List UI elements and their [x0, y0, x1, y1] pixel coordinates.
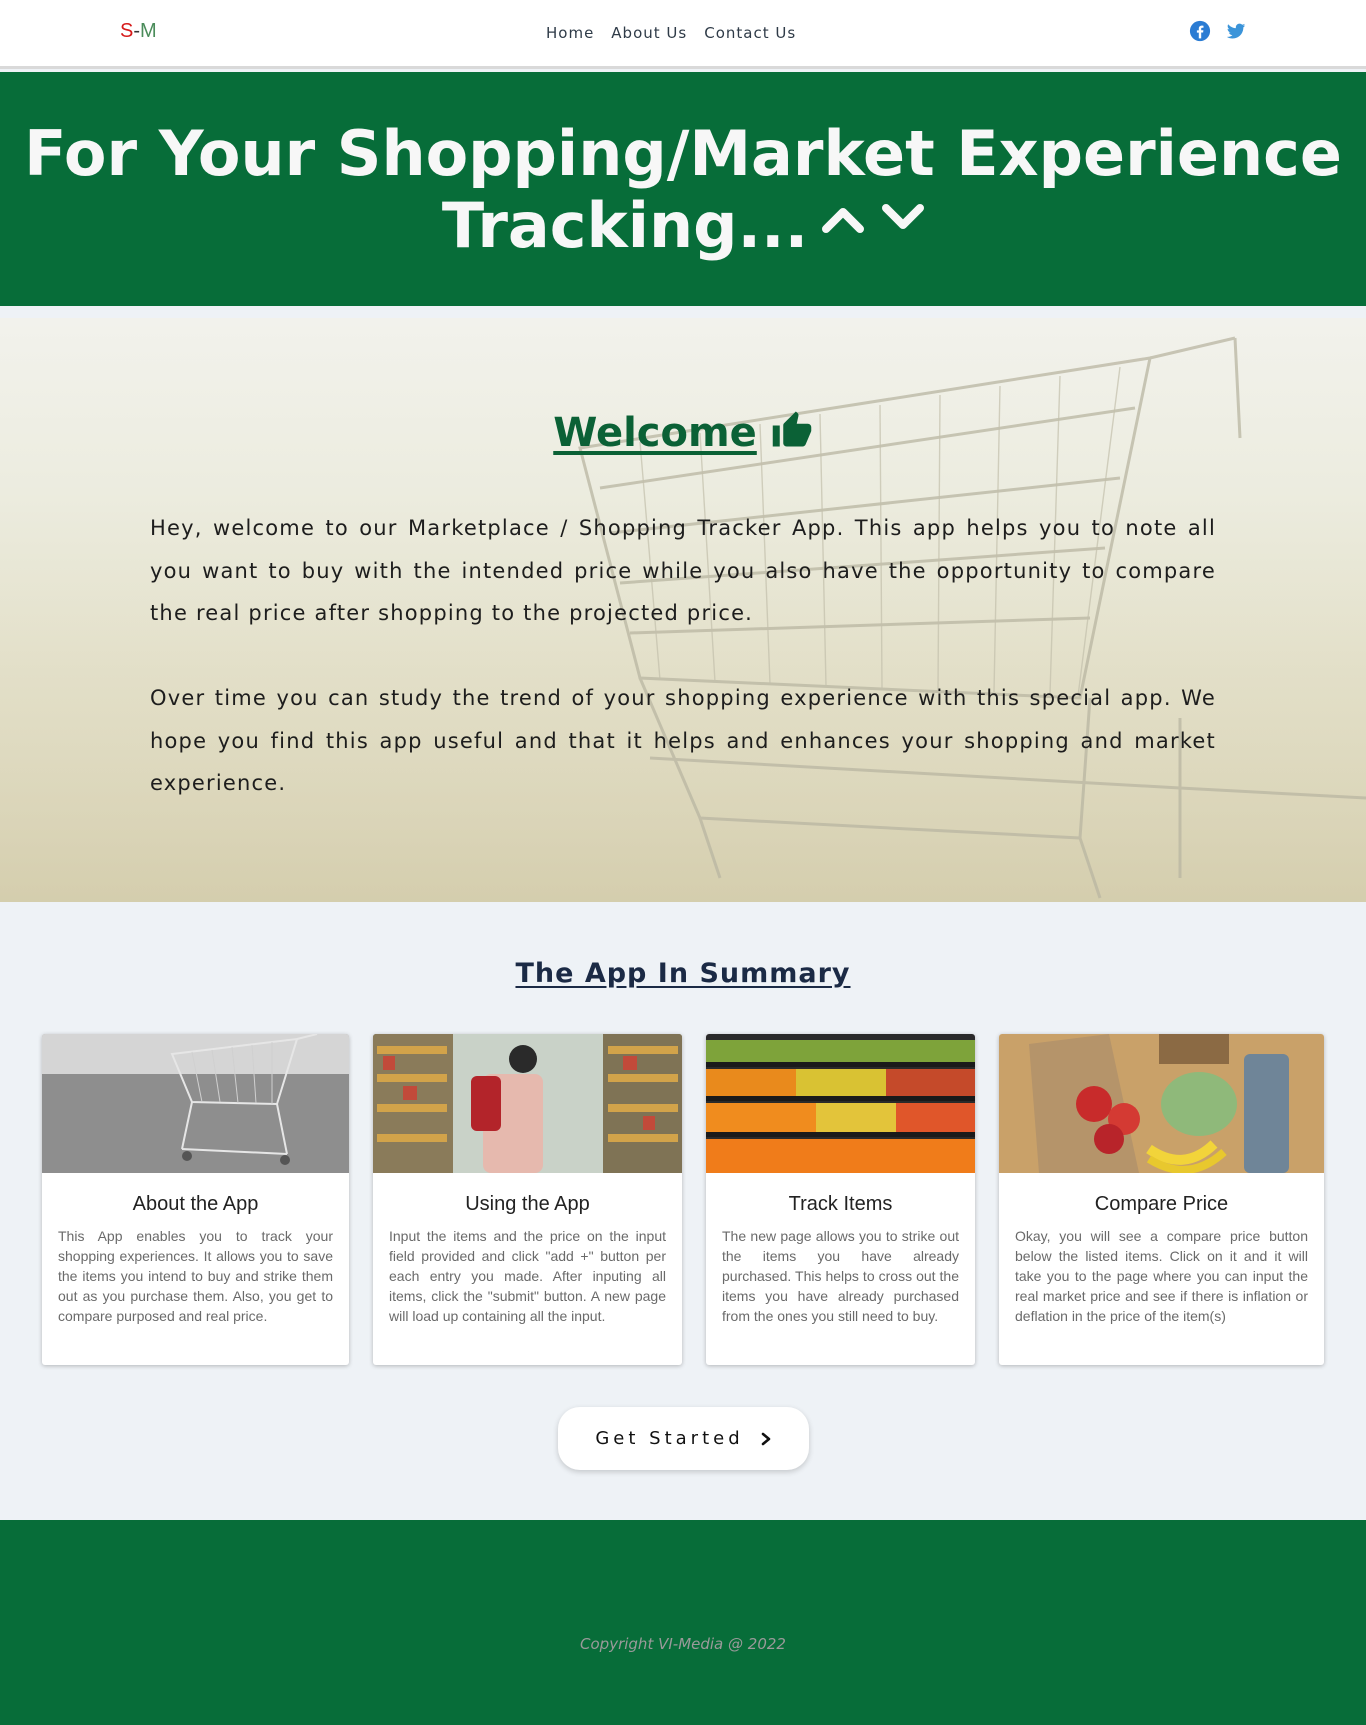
nav-link-home[interactable]: Home	[546, 24, 594, 42]
card-title: Using the App	[465, 1193, 590, 1215]
card-text: This App enables you to track your shopp…	[58, 1228, 333, 1324]
get-started-button[interactable]: Get Started	[558, 1407, 809, 1470]
welcome-paragraph-2: Over time you can study the trend of you…	[150, 686, 1216, 795]
chevron-up-icon	[822, 207, 865, 233]
chevron-down-icon	[882, 203, 925, 229]
top-navbar: S-M Home About Us Contact Us	[0, 0, 1366, 69]
summary-card-compare: Compare Price Okay, you will see a compa…	[999, 1034, 1324, 1365]
footer: Copyright VI-Media @ 2022	[0, 1520, 1366, 1725]
summary-card-about: About the App This App enables you to tr…	[42, 1034, 349, 1365]
hero-title-line2: Tracking...	[441, 189, 809, 262]
nav-link-contact-us[interactable]: Contact Us	[704, 24, 796, 42]
card-text: Input the items and the price on the inp…	[389, 1228, 666, 1324]
card-title: Compare Price	[1094, 1193, 1229, 1215]
hero-banner: For Your Shopping/Market Experience Trac…	[0, 72, 1366, 306]
hero-title: For Your Shopping/Market Experience Trac…	[0, 118, 1366, 262]
welcome-heading-text: Welcome	[553, 410, 757, 456]
nav-links: Home About Us Contact Us	[546, 24, 796, 42]
summary-card-using: Using the App Input the items and the pr…	[373, 1034, 682, 1365]
card-title: About the App	[132, 1193, 259, 1215]
card-image-produce-shelves	[706, 1034, 975, 1173]
summary-heading: The App In Summary	[515, 958, 851, 989]
twitter-icon[interactable]	[1225, 20, 1247, 42]
card-image-cart	[42, 1034, 349, 1173]
logo-letter-m: M	[140, 20, 157, 42]
card-title: Track Items	[788, 1193, 893, 1215]
welcome-section: Welcome Hey, welcome to our Marketplace …	[0, 318, 1366, 902]
logo-dash: -	[133, 20, 141, 42]
welcome-paragraph-1: Hey, welcome to our Marketplace / Shoppi…	[150, 516, 1216, 625]
card-text: The new page allows you to strike out th…	[722, 1228, 959, 1324]
site-logo[interactable]: S-M	[120, 20, 157, 43]
social-links	[1189, 20, 1247, 42]
nav-link-about-us[interactable]: About Us	[611, 24, 687, 42]
chevron-right-icon	[761, 1432, 770, 1445]
card-image-shopper	[373, 1034, 682, 1173]
card-image-grocery-bags	[999, 1034, 1324, 1173]
facebook-icon[interactable]	[1189, 20, 1211, 42]
get-started-label: Get Started	[595, 1428, 744, 1449]
welcome-heading: Welcome	[0, 408, 1366, 456]
thumbs-up-icon	[772, 411, 811, 447]
logo-letter-s: S	[120, 20, 134, 42]
copyright-text: Copyright VI-Media @ 2022	[580, 1635, 786, 1653]
card-text: Okay, you will see a compare price butto…	[1015, 1228, 1308, 1324]
summary-card-track: Track Items The new page allows you to s…	[706, 1034, 975, 1365]
hero-title-line1: For Your Shopping/Market Experience	[24, 117, 1342, 190]
